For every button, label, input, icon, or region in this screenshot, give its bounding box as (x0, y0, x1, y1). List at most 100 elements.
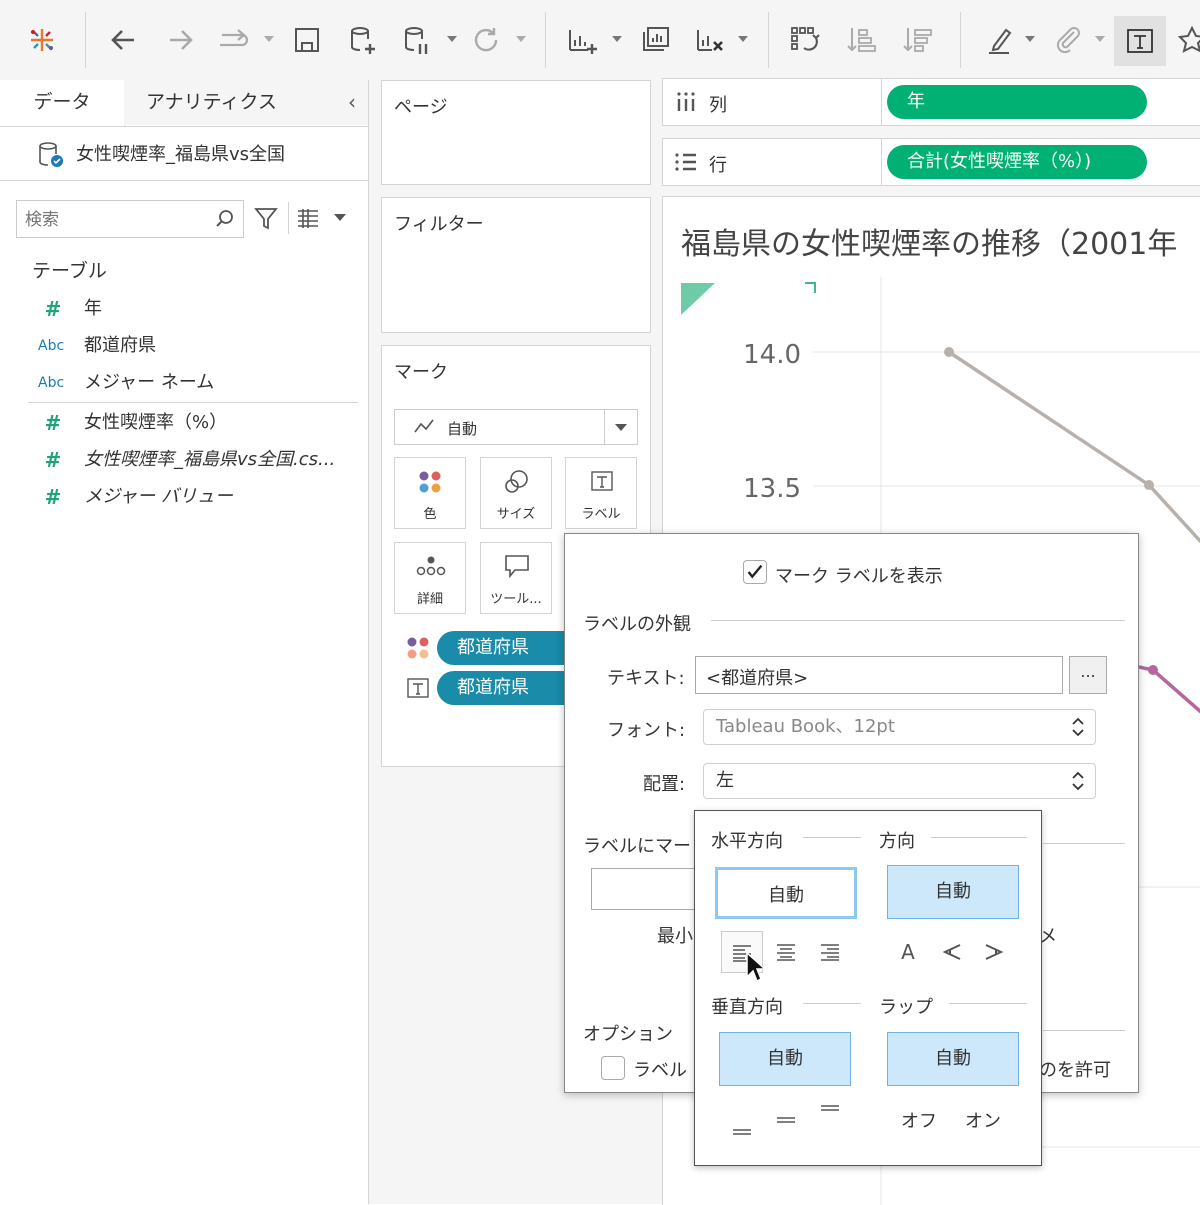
direction-horizontal-button[interactable]: A (891, 935, 925, 969)
pause-update-icon[interactable] (396, 20, 436, 60)
highlight-icon[interactable] (980, 20, 1020, 60)
section-appearance: ラベルの外観 (583, 614, 691, 635)
columns-pill-year[interactable]: 年 (887, 85, 1147, 119)
wrap-on-button[interactable]: オン (965, 1107, 1001, 1133)
valign-middle-icon (777, 1117, 795, 1123)
alignment-select[interactable]: 左 (703, 763, 1096, 799)
refresh-icon[interactable] (466, 20, 506, 60)
direction-up-button[interactable] (935, 935, 969, 969)
tooltip-button[interactable]: ツール... (480, 542, 552, 614)
mark-type-dropdown[interactable]: 自動 (394, 409, 638, 445)
data-point[interactable] (1148, 665, 1158, 675)
dimension-string-icon: Abc (38, 338, 65, 354)
chevron-down-icon (615, 424, 627, 431)
wrap-off-button[interactable]: オフ (901, 1107, 937, 1133)
edit-text-button[interactable]: ... (1069, 656, 1107, 694)
label-button[interactable]: ラベル (565, 457, 637, 529)
show-labels-checkbox[interactable] (743, 560, 767, 584)
show-labels-button[interactable] (1114, 16, 1166, 66)
valign-middle-button[interactable] (769, 1103, 803, 1137)
tab-data[interactable]: データ (0, 80, 125, 126)
direction-down-button[interactable] (977, 935, 1011, 969)
view-options-caret[interactable] (334, 214, 346, 221)
pages-card[interactable]: ページ (381, 80, 651, 185)
rotate-up-icon (942, 944, 961, 960)
color-button[interactable]: 色 (394, 457, 466, 529)
sort-desc-icon[interactable] (898, 20, 938, 60)
clear-sheet-icon[interactable] (690, 20, 730, 60)
valign-top-button[interactable] (813, 1097, 847, 1131)
new-sheet-icon[interactable] (562, 20, 602, 60)
field-smoking-rate[interactable]: # 女性喫煙率（%） (0, 405, 368, 441)
search-field[interactable] (16, 200, 244, 238)
search-input[interactable] (23, 205, 207, 235)
measure-number-icon: # (44, 448, 62, 472)
size-button[interactable]: サイズ (480, 457, 552, 529)
option-checkbox[interactable] (601, 1056, 625, 1080)
columns-shelf[interactable]: 列 年 (662, 78, 1200, 126)
filter-icon[interactable] (254, 206, 278, 232)
data-point[interactable] (1144, 480, 1154, 490)
datasource-row[interactable]: 女性喫煙率_福島県vs全国 (0, 126, 368, 181)
text-direction-icon: A (901, 940, 915, 964)
search-icon (216, 210, 233, 227)
wrap-auto-button[interactable]: 自動 (887, 1032, 1019, 1086)
ytick-label-13-5: 13.5 (743, 474, 801, 504)
vertical-heading: 垂直方向 (711, 997, 783, 1018)
rows-icon (675, 153, 696, 171)
tableau-logo-icon[interactable] (22, 20, 62, 60)
dimension-string-icon: Abc (38, 375, 65, 391)
field-measure-names[interactable]: Abc メジャー ネーム (0, 365, 368, 401)
field-year[interactable]: # 年 (0, 291, 368, 327)
save-icon[interactable] (287, 20, 327, 60)
pin-icon[interactable] (1172, 20, 1200, 60)
redo-icon[interactable] (214, 20, 254, 60)
updown-chevron-icon (1072, 771, 1084, 791)
valign-top-icon (821, 1105, 839, 1111)
marks-to-label-option[interactable] (591, 868, 701, 910)
datasource-icon (39, 142, 63, 167)
horizontal-auto-button[interactable]: 自動 (715, 867, 857, 919)
toolbar (0, 0, 1200, 81)
field-measure-values[interactable]: # メジャー バリュー (0, 479, 368, 515)
color-icon (407, 637, 429, 659)
back-icon[interactable] (104, 20, 144, 60)
measure-number-icon: # (44, 485, 62, 509)
field-prefecture[interactable]: Abc 都道府県 (0, 328, 368, 364)
tab-analytics[interactable]: アナリティクス ‹ (124, 80, 368, 125)
align-right-button[interactable] (813, 935, 847, 969)
show-labels-icon (1127, 29, 1153, 53)
duplicate-sheet-icon[interactable] (636, 20, 676, 60)
collapse-pane-icon[interactable]: ‹ (348, 80, 356, 124)
sort-asc-icon[interactable] (842, 20, 882, 60)
valign-bottom-button[interactable] (725, 1109, 759, 1143)
measure-number-icon: # (44, 297, 62, 321)
data-point[interactable] (944, 347, 954, 357)
rows-pill-smoking-rate[interactable]: 合計(女性喫煙率（%）) (887, 145, 1147, 179)
label-text-field[interactable]: <都道府県> (695, 656, 1063, 694)
tooltip-icon (505, 555, 529, 579)
forward-icon[interactable] (160, 20, 200, 60)
list-view-icon[interactable] (296, 208, 320, 228)
show-labels-text: マーク ラベルを表示 (775, 566, 943, 587)
align-center-button[interactable] (769, 935, 803, 969)
new-datasource-icon[interactable] (342, 20, 382, 60)
align-center-icon (777, 944, 795, 961)
attach-icon[interactable] (1048, 20, 1088, 60)
section-options: オプション (583, 1024, 673, 1045)
detail-button[interactable]: 詳細 (394, 542, 466, 614)
field-count[interactable]: # 女性喫煙率_福島県vs全国.cs... (0, 442, 368, 478)
line-mark-icon (414, 419, 434, 433)
rotate-down-icon (985, 944, 1004, 960)
vertical-auto-button[interactable]: 自動 (719, 1032, 851, 1086)
label-icon (591, 471, 613, 491)
font-select[interactable]: Tableau Book、12pt (703, 709, 1096, 745)
section-marks-to-label: ラベルにマー (583, 836, 691, 857)
size-icon (505, 470, 528, 493)
rows-shelf[interactable]: 行 合計(女性喫煙率（%）) (662, 138, 1200, 186)
section-table: テーブル (32, 260, 107, 282)
columns-icon (677, 92, 695, 111)
filters-card[interactable]: フィルター (381, 197, 651, 333)
swap-icon[interactable] (786, 20, 826, 60)
direction-auto-button[interactable]: 自動 (887, 865, 1019, 919)
